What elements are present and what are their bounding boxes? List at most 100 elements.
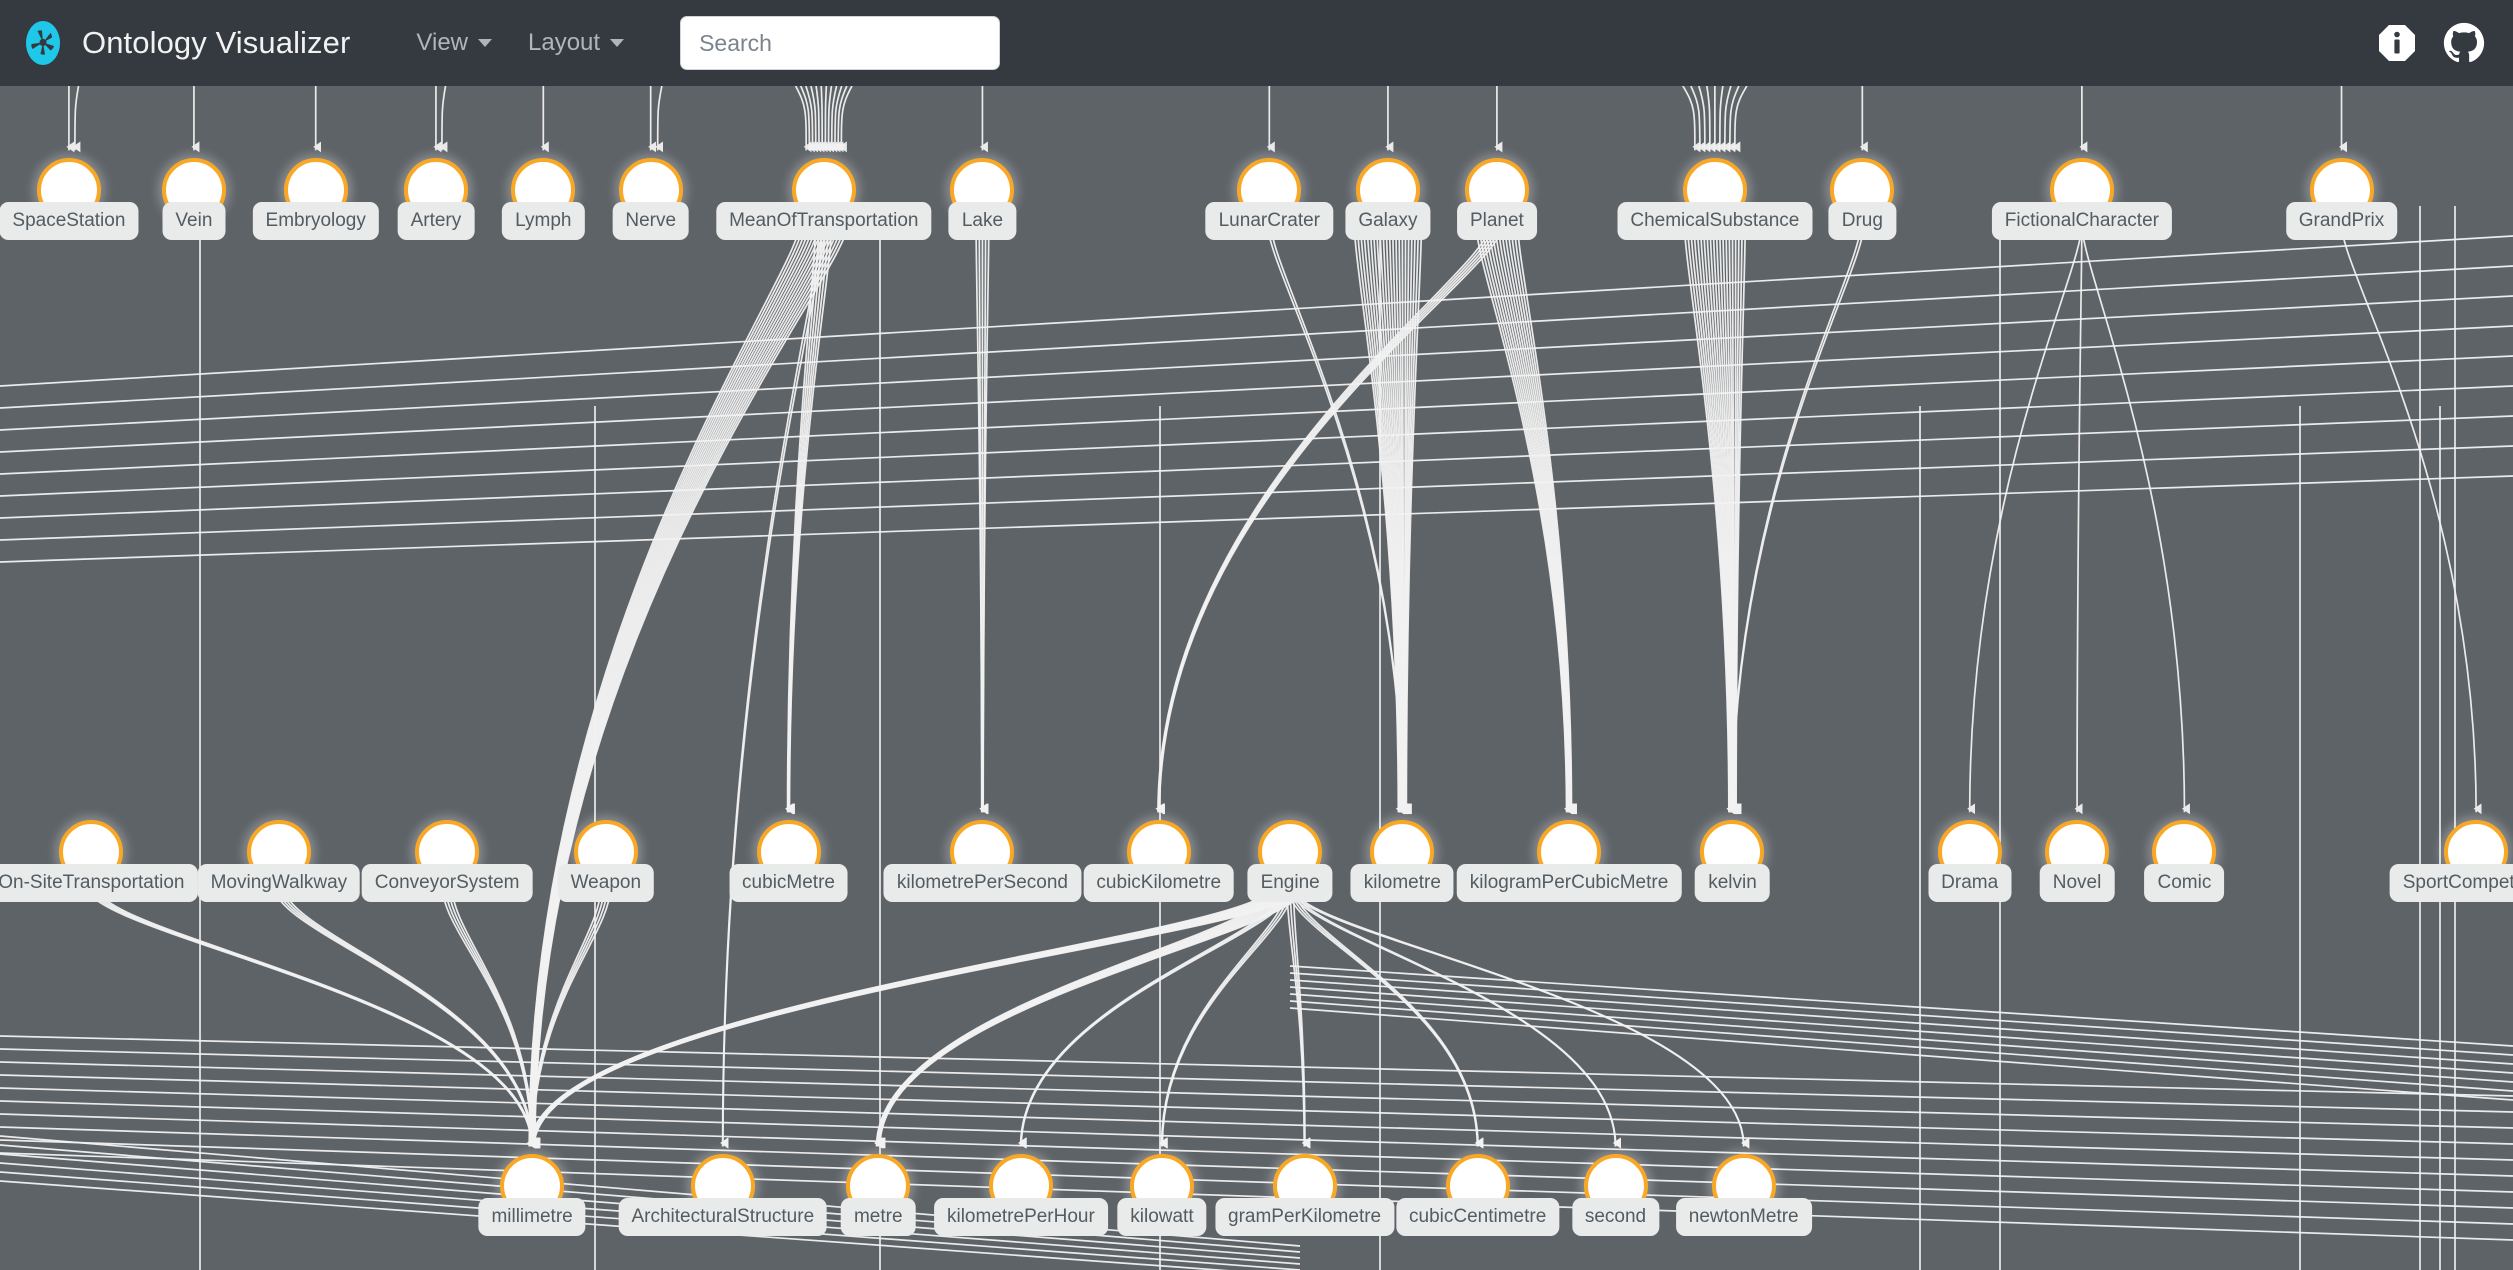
search-input[interactable]	[680, 16, 1001, 70]
node-label: MovingWalkway	[197, 864, 361, 903]
graph-edges: .e { fill:none; stroke:#f2f2f2; stroke-w…	[0, 86, 2513, 1270]
graph-node[interactable]: Artery	[397, 158, 475, 241]
graph-node[interactable]: cubicCentimetre	[1396, 1154, 1560, 1237]
node-label: FictionalCharacter	[1991, 202, 2172, 241]
node-label: Lymph	[502, 202, 585, 241]
menu-layout[interactable]: Layout	[510, 21, 642, 65]
graph-node[interactable]: GrandPrix	[2285, 158, 2398, 241]
graph-node[interactable]: newtonMetre	[1675, 1154, 1812, 1237]
graph-edge	[529, 224, 824, 1149]
graph-node[interactable]: Novel	[2039, 820, 2115, 903]
node-label: ConveyorSystem	[361, 864, 533, 903]
node-label: LunarCrater	[1205, 202, 1334, 241]
graph-node[interactable]: Drug	[1828, 158, 1896, 241]
node-label: Planet	[1456, 202, 1537, 241]
graph-edge	[1730, 224, 1865, 815]
graph-edge	[0, 325, 2513, 453]
graph-edge	[0, 415, 2513, 519]
node-label: MeanOfTransportation	[716, 202, 932, 241]
github-icon[interactable]	[2443, 22, 2485, 64]
menu-view[interactable]: View	[398, 21, 510, 65]
graph-node[interactable]: MovingWalkway	[197, 820, 361, 903]
graph-edge	[1717, 86, 1726, 153]
graph-node[interactable]: Nerve	[612, 158, 690, 241]
graph-node[interactable]: kelvin	[1695, 820, 1770, 903]
graph-node[interactable]: kilometre	[1350, 820, 1454, 903]
graph-edge	[874, 886, 1277, 1149]
info-icon[interactable]	[2377, 23, 2417, 63]
chevron-down-icon	[610, 39, 625, 47]
graph-edge	[1157, 224, 1505, 815]
graph-node[interactable]: Vein	[161, 158, 226, 241]
graph-edge	[0, 265, 2513, 409]
graph-edge	[444, 886, 538, 1149]
navbar-actions	[2377, 22, 2485, 64]
brand[interactable]: Ontology Visualizer	[22, 18, 350, 68]
graph-node[interactable]: Embryology	[252, 158, 379, 241]
graph-edge	[529, 224, 820, 1149]
node-label: On-SiteTransportation	[0, 864, 198, 903]
graph-edge	[1292, 886, 1484, 1149]
graph-node[interactable]: Engine	[1247, 820, 1333, 903]
graph-node[interactable]: second	[1571, 1154, 1660, 1237]
graph-edge	[1289, 886, 1311, 1149]
graph-node[interactable]: Weapon	[557, 820, 655, 903]
graph-node[interactable]: gramPerKilometre	[1215, 1154, 1395, 1237]
graph-edge	[0, 445, 2513, 541]
graph-edge	[1732, 86, 1748, 153]
graph-edge	[1289, 986, 2513, 1074]
graph-node[interactable]: ChemicalSubstance	[1617, 158, 1813, 241]
graph-node[interactable]: kilogramPerCubicMetre	[1456, 820, 1682, 903]
graph-node[interactable]: ArchitecturalStructure	[618, 1154, 828, 1237]
graph-edge	[655, 86, 664, 153]
graph-node[interactable]: On-SiteTransportation	[0, 820, 198, 903]
graph-node[interactable]: Comic	[2144, 820, 2225, 903]
graph-node[interactable]: millimetre	[478, 1154, 586, 1237]
graph-canvas[interactable]: .e { fill:none; stroke:#f2f2f2; stroke-w…	[0, 86, 2513, 1270]
graph-node[interactable]: kilowatt	[1117, 1154, 1207, 1237]
graph-node[interactable]: SportCompetition	[2389, 820, 2513, 903]
node-label: Nerve	[612, 202, 690, 241]
graph-edge	[1706, 86, 1716, 153]
graph-node[interactable]: ConveyorSystem	[361, 820, 533, 903]
node-label: Artery	[397, 202, 475, 241]
graph-node[interactable]: Lymph	[502, 158, 585, 241]
graph-node[interactable]: Galaxy	[1345, 158, 1431, 241]
graph-edge	[1967, 224, 2083, 815]
page-title: Ontology Visualizer	[82, 25, 351, 60]
node-label: cubicCentimetre	[1396, 1198, 1560, 1237]
graph-node[interactable]: Planet	[1456, 158, 1537, 241]
graph-node[interactable]: metre	[840, 1154, 916, 1237]
graph-node[interactable]: kilometrePerHour	[933, 1154, 1108, 1237]
graph-edge	[819, 86, 828, 153]
graph-node[interactable]: LunarCrater	[1205, 158, 1334, 241]
graph-node[interactable]: FictionalCharacter	[1991, 158, 2172, 241]
graph-node[interactable]: Drama	[1928, 820, 2012, 903]
graph-edge	[1290, 886, 1622, 1149]
graph-node[interactable]: MeanOfTransportation	[716, 158, 932, 241]
node-label: metre	[840, 1198, 916, 1237]
graph-edge	[529, 886, 609, 1149]
node-label: Drug	[1828, 202, 1896, 241]
graph-edge	[1155, 224, 1492, 815]
graph-edge	[1682, 86, 1701, 153]
node-label: Embryology	[252, 202, 379, 241]
graph-edge	[1155, 224, 1495, 815]
node-label: second	[1571, 1198, 1660, 1237]
graph-node[interactable]: Lake	[948, 158, 1017, 241]
graph-edge	[282, 886, 539, 1149]
graph-node[interactable]: cubicKilometre	[1083, 820, 1235, 903]
graph-node[interactable]: SpaceStation	[0, 158, 139, 241]
graph-edge	[0, 355, 2513, 475]
node-label: Engine	[1247, 864, 1333, 903]
node-label: SportCompetition	[2389, 864, 2513, 903]
node-label: Galaxy	[1345, 202, 1431, 241]
graph-node[interactable]: cubicMetre	[729, 820, 848, 903]
graph-edge	[0, 1048, 2513, 1113]
graph-edge	[0, 1087, 2513, 1161]
node-label: kilometrePerSecond	[883, 864, 1081, 903]
graph-node[interactable]: kilometrePerSecond	[883, 820, 1081, 903]
node-label: GrandPrix	[2285, 202, 2398, 241]
node-label: Comic	[2144, 864, 2225, 903]
graph-edge	[0, 385, 2513, 497]
